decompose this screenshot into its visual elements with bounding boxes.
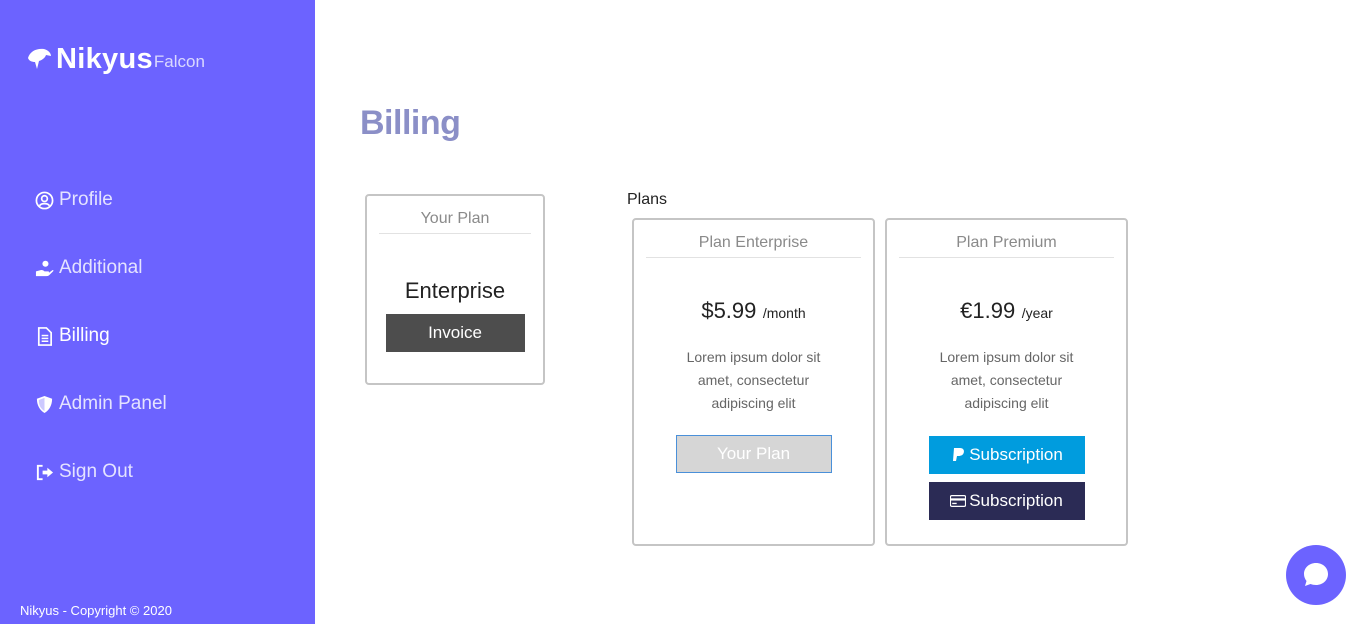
brand-name: Nikyus [56,43,153,75]
sign-out-icon [36,464,54,480]
credit-card-icon [950,495,967,507]
page-title: Billing [360,104,461,142]
sidebar-item-profile[interactable]: Profile [35,182,167,218]
sidebar-item-label: Profile [59,189,113,210]
hand-user-icon [35,260,54,276]
current-plan-name: Enterprise [404,278,506,303]
card-subscription-button[interactable]: Subscription [928,482,1085,520]
chat-bubble-icon [1304,563,1328,586]
user-circle-icon [35,191,54,209]
plan-card-premium: Plan Premium €1.99 /year Lorem ipsum dol… [885,218,1128,546]
sidebar-item-label: Billing [59,325,110,346]
button-label: Subscription [969,445,1063,464]
paypal-subscription-button[interactable]: Subscription [928,436,1085,474]
brand-sub: Falcon [153,52,205,71]
plan-price: €1.99 [960,298,1016,323]
plan-period: /year [1021,305,1053,321]
plan-description: Lorem ipsum dolor sit amet, consectetur … [939,349,1074,411]
falcon-logo-icon [28,48,51,69]
chat-widget-button[interactable] [1286,545,1346,605]
price-row: $5.99 /month [634,298,873,324]
sidebar-item-billing[interactable]: Billing [35,318,167,354]
card-header: Your Plan [379,196,531,234]
sidebar-item-additional[interactable]: Additional [35,250,167,286]
sidebar-item-sign-out[interactable]: Sign Out [35,454,167,490]
plan-description: Lorem ipsum dolor sit amet, consectetur … [686,349,821,411]
sidebar: Nikyus Falcon Profile Additional Billing… [0,0,315,624]
plans-label: Plans [627,191,668,208]
card-header: Plan Enterprise [646,220,861,258]
copyright-text: Nikyus - Copyright © 2020 [20,603,172,618]
plan-price: $5.99 [701,298,757,323]
plan-period: /month [762,305,806,321]
your-plan-button[interactable]: Your Plan [675,435,832,473]
your-plan-card: Your Plan Enterprise Invoice [365,194,545,385]
sidebar-item-label: Admin Panel [59,393,167,414]
brand-logo[interactable]: Nikyus Falcon [26,42,205,76]
price-row: €1.99 /year [887,298,1126,324]
sidebar-item-label: Additional [59,257,143,278]
invoice-button[interactable]: Invoice [385,314,525,352]
file-icon [37,326,53,346]
card-header: Plan Premium [899,220,1114,258]
sidebar-item-label: Sign Out [59,461,133,482]
sidebar-item-admin-panel[interactable]: Admin Panel [35,386,167,422]
shield-icon [36,395,53,413]
sidebar-nav: Profile Additional Billing Admin Panel S… [35,182,167,522]
paypal-icon [953,448,965,461]
button-label: Subscription [969,491,1063,510]
plan-card-enterprise: Plan Enterprise $5.99 /month Lorem ipsum… [632,218,875,546]
